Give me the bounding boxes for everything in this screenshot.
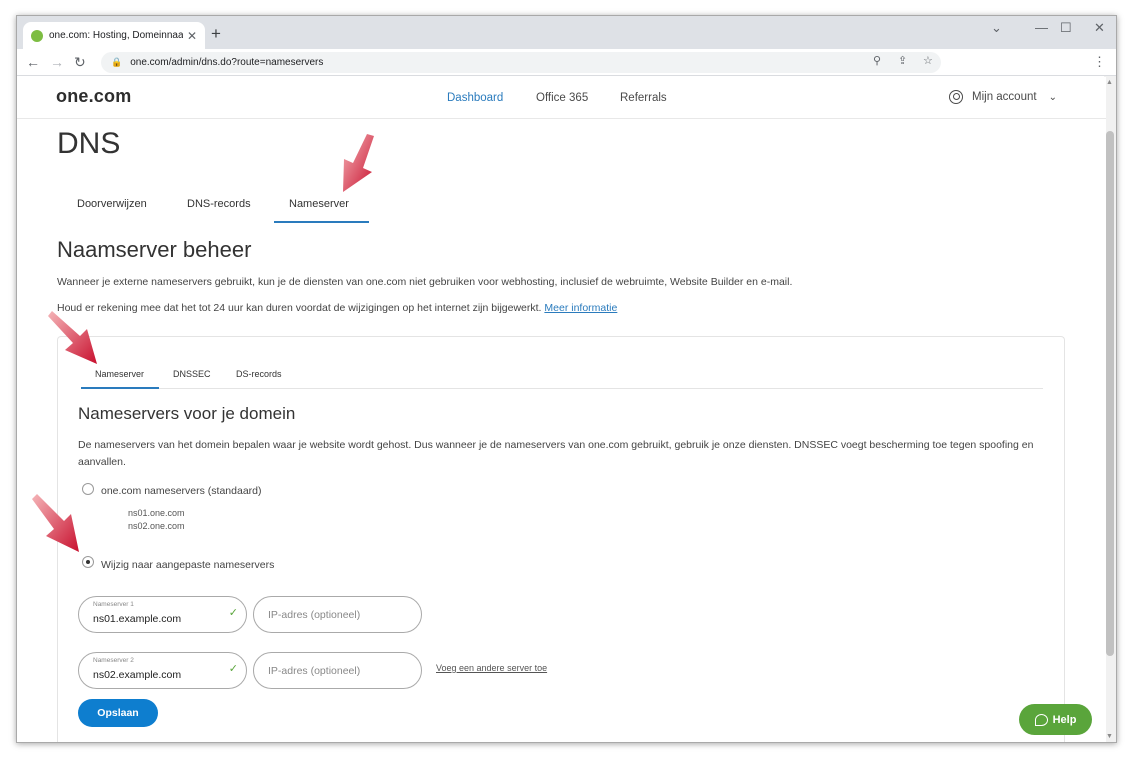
close-tab-icon[interactable]: ✕ [187,29,197,43]
check-icon: ✓ [228,663,238,675]
active-tab-indicator [274,221,369,223]
subtab-nameserver[interactable]: Nameserver [95,369,144,379]
zoom-icon[interactable]: ⚲ [873,54,881,67]
ip-1-input[interactable]: IP-adres (optioneel) [253,596,422,633]
user-icon [949,90,963,104]
tab-nameserver[interactable]: Nameserver [289,198,349,210]
nav-office365[interactable]: Office 365 [536,92,588,104]
tab-title: one.com: Hosting, Domeinnaam [49,30,183,41]
page-title: DNS [57,127,121,160]
intro-text-2-body: Houd er rekening mee dat het tot 24 uur … [57,302,545,314]
intro-text-2: Houd er rekening mee dat het tot 24 uur … [57,302,617,314]
site-header: one.com Dashboard Office 365 Referrals M… [17,77,1106,119]
tab-doorverwijzen[interactable]: Doorverwijzen [77,198,147,210]
nameserver-2-value: ns02.example.com [93,669,182,681]
active-subtab-indicator [81,387,159,389]
onecom-logo[interactable]: one.com [56,86,131,107]
address-toolbar: ← → ↻ 🔒 one.com/admin/dns.do?route=names… [17,49,1116,76]
account-menu[interactable]: Mijn account ⌄ [949,90,1057,104]
minimize-icon[interactable]: — [1035,20,1048,35]
add-server-link[interactable]: Voeg een andere server toe [436,663,547,673]
subtab-ds-records[interactable]: DS-records [236,369,282,379]
default-ns-2: ns02.one.com [128,521,185,531]
card-description: De nameservers van het domein bepalen wa… [78,439,1034,468]
ip-1-placeholder: IP-adres (optioneel) [268,609,361,621]
card-tabs: Nameserver DNSSEC DS-records [81,359,1043,389]
address-bar[interactable]: 🔒 one.com/admin/dns.do?route=nameservers… [101,52,941,73]
tab-strip: one.com: Hosting, Domeinnaam ✕ + ⌄ — ☐ ✕ [17,16,1116,49]
radio-custom-nameservers[interactable] [82,556,94,568]
radio-default-nameservers[interactable] [82,483,94,495]
help-button[interactable]: Help [1019,704,1092,735]
ip-2-input[interactable]: IP-adres (optioneel) [253,652,422,689]
radio-custom-label: Wijzig naar aangepaste nameservers [101,559,275,571]
nav-referrals[interactable]: Referrals [620,92,667,104]
close-window-icon[interactable]: ✕ [1094,20,1105,36]
intro-text-1: Wanneer je externe nameservers gebruikt,… [57,276,793,288]
lock-icon: 🔒 [111,57,123,67]
reload-icon[interactable]: ↻ [74,54,86,71]
page-content: one.com Dashboard Office 365 Referrals M… [17,77,1106,742]
nameserver-1-label: Nameserver 1 [93,601,134,608]
share-icon[interactable]: ⇪ [898,54,907,67]
section-title: Naamserver beheer [57,237,252,262]
browser-tab[interactable]: one.com: Hosting, Domeinnaam ✕ [23,22,205,49]
nameserver-2-input[interactable]: Nameserver 2 ns02.example.com ✓ [78,652,247,689]
scroll-thumb[interactable] [1106,131,1114,656]
nav-dashboard[interactable]: Dashboard [447,92,503,104]
more-info-link[interactable]: Meer informatie [544,302,617,314]
ip-2-placeholder: IP-adres (optioneel) [268,665,361,677]
radio-default-label: one.com nameservers (standaard) [101,485,262,497]
bookmark-star-icon[interactable]: ☆ [923,54,933,67]
chevron-down-icon: ⌄ [1048,91,1057,103]
favicon-icon [31,29,43,42]
back-icon[interactable]: ← [26,54,40,70]
nameserver-2-label: Nameserver 2 [93,657,134,664]
browser-window: one.com: Hosting, Domeinnaam ✕ + ⌄ — ☐ ✕… [16,15,1117,743]
help-label: Help [1052,713,1077,726]
forward-icon[interactable]: → [50,54,64,70]
nameserver-1-value: ns01.example.com [93,613,182,625]
nameserver-card: Nameserver DNSSEC DS-records Nameservers… [57,336,1065,742]
scroll-up-icon[interactable]: ▲ [1106,79,1113,86]
card-title: Nameservers voor je domein [78,404,296,423]
browser-menu-icon[interactable]: ⋮ [1093,54,1106,70]
maximize-icon[interactable]: ☐ [1060,20,1072,36]
nameserver-1-input[interactable]: Nameserver 1 ns01.example.com ✓ [78,596,247,633]
scroll-down-icon[interactable]: ▼ [1106,733,1113,740]
chat-bubble-icon [1034,713,1048,726]
check-icon: ✓ [228,607,238,619]
dns-tabs: Doorverwijzen DNS-records Nameserver [57,192,369,223]
new-tab-icon[interactable]: + [211,24,221,44]
chevron-down-icon[interactable]: ⌄ [991,20,1002,36]
url-text: one.com/admin/dns.do?route=nameservers [130,57,324,68]
default-ns-1: ns01.one.com [128,508,185,518]
subtab-dnssec[interactable]: DNSSEC [173,369,211,379]
account-label: Mijn account [972,91,1037,103]
save-button[interactable]: Opslaan [78,699,158,727]
tab-dns-records[interactable]: DNS-records [187,198,251,210]
